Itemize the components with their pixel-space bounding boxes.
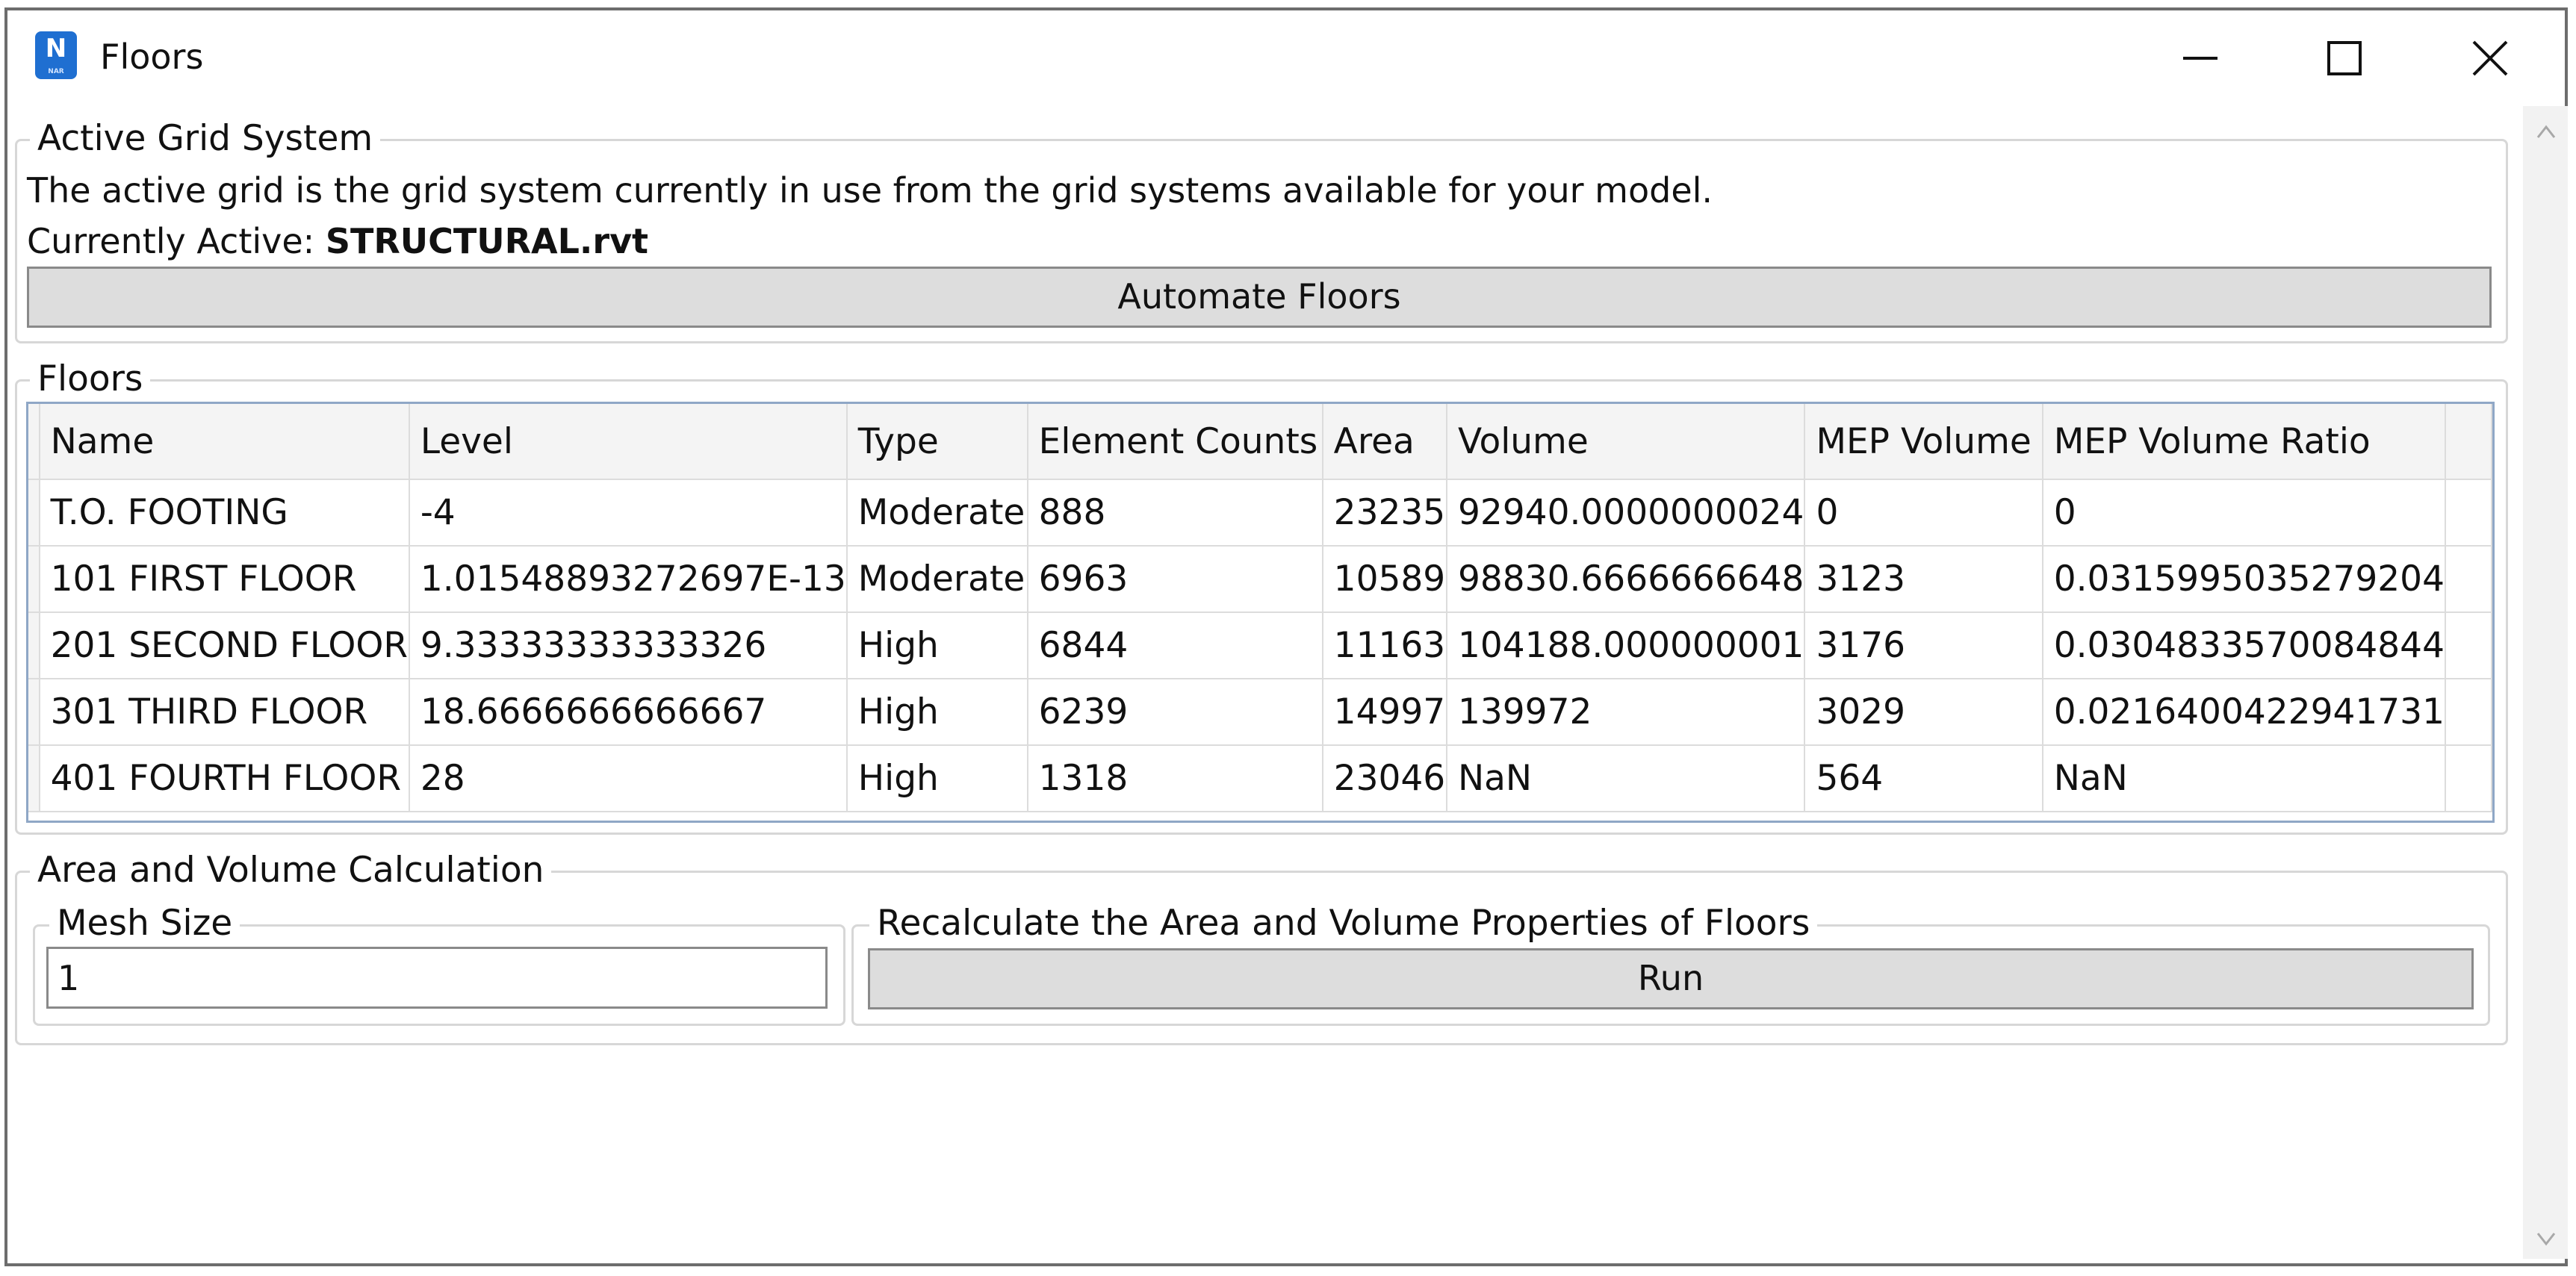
row-header[interactable] bbox=[28, 612, 40, 679]
row-header[interactable] bbox=[28, 546, 40, 613]
app-logo-icon: N NAR bbox=[35, 31, 77, 79]
currently-active-value: STRUCTURAL.rvt bbox=[325, 221, 649, 261]
cell-volume[interactable]: 92940.0000000024 bbox=[1446, 479, 1806, 547]
scroll-up-arrow-icon[interactable] bbox=[2536, 124, 2556, 139]
cell-mep-volume[interactable]: 564 bbox=[1804, 745, 2043, 812]
cell-type[interactable]: High bbox=[846, 679, 1028, 746]
cell-filler bbox=[2445, 546, 2492, 613]
cell-area[interactable]: 11163 bbox=[1322, 612, 1447, 679]
cell-mep-volume-ratio[interactable]: NaN bbox=[2042, 745, 2447, 812]
close-button[interactable] bbox=[2445, 22, 2535, 94]
row-header-corner bbox=[28, 404, 40, 480]
column-header-volume[interactable]: Volume bbox=[1446, 404, 1806, 480]
row-header[interactable] bbox=[28, 679, 40, 746]
cell-element-counts[interactable]: 888 bbox=[1027, 479, 1323, 547]
column-header-area[interactable]: Area bbox=[1322, 404, 1447, 480]
table-row[interactable]: 301 THIRD FLOOR 18.6666666666667 High 62… bbox=[28, 679, 2492, 746]
scroll-down-arrow-icon[interactable] bbox=[2536, 1232, 2556, 1247]
cell-level[interactable]: 1.01548893272697E-13 bbox=[409, 546, 848, 613]
floors-table: Name Level Type Element Counts Area Volu… bbox=[26, 402, 2495, 823]
area-volume-group-label: Area and Volume Calculation bbox=[30, 850, 552, 891]
cell-type[interactable]: Moderate bbox=[846, 546, 1028, 613]
column-header-level[interactable]: Level bbox=[409, 404, 848, 480]
cell-type[interactable]: High bbox=[846, 612, 1028, 679]
cell-mep-volume-ratio[interactable]: 0.0304833570084844 bbox=[2042, 612, 2447, 679]
cell-element-counts[interactable]: 6963 bbox=[1027, 546, 1323, 613]
floors-group-label: Floors bbox=[30, 358, 151, 400]
cell-area[interactable]: 23046 bbox=[1322, 745, 1447, 812]
recalculate-label: Recalculate the Area and Volume Properti… bbox=[869, 903, 1818, 944]
cell-mep-volume[interactable]: 3029 bbox=[1804, 679, 2043, 746]
cell-level[interactable]: 18.6666666666667 bbox=[409, 679, 848, 746]
table-row[interactable]: T.O. FOOTING -4 Moderate 888 23235 92940… bbox=[28, 479, 2492, 547]
column-header-mep-volume-ratio[interactable]: MEP Volume Ratio bbox=[2042, 404, 2447, 480]
column-header-name[interactable]: Name bbox=[39, 404, 410, 480]
cell-type[interactable]: Moderate bbox=[846, 479, 1028, 547]
cell-volume[interactable]: NaN bbox=[1446, 745, 1806, 812]
cell-element-counts[interactable]: 6239 bbox=[1027, 679, 1323, 746]
cell-element-counts[interactable]: 1318 bbox=[1027, 745, 1323, 812]
maximize-button[interactable] bbox=[2300, 22, 2389, 94]
currently-active-line: Currently Active: STRUCTURAL.rvt bbox=[27, 218, 648, 264]
active-grid-group-label: Active Grid System bbox=[30, 118, 381, 160]
cell-volume[interactable]: 104188.000000001 bbox=[1446, 612, 1806, 679]
table-row[interactable]: 401 FOURTH FLOOR 28 High 1318 23046 NaN … bbox=[28, 745, 2492, 812]
mesh-size-input[interactable] bbox=[46, 947, 828, 1009]
cell-name[interactable]: 101 FIRST FLOOR bbox=[39, 546, 410, 613]
row-header[interactable] bbox=[28, 479, 40, 547]
currently-active-label: Currently Active: bbox=[27, 221, 326, 261]
automate-floors-button[interactable]: Automate Floors bbox=[27, 267, 2492, 328]
cell-name[interactable]: 301 THIRD FLOOR bbox=[39, 679, 410, 746]
run-button[interactable]: Run bbox=[868, 948, 2474, 1009]
cell-type[interactable]: High bbox=[846, 745, 1028, 812]
maximize-icon bbox=[2327, 41, 2362, 75]
cell-area[interactable]: 14997 bbox=[1322, 679, 1447, 746]
cell-filler bbox=[2445, 612, 2492, 679]
cell-level[interactable]: -4 bbox=[409, 479, 848, 547]
active-grid-description: The active grid is the grid system curre… bbox=[27, 170, 1713, 211]
table-header-row: Name Level Type Element Counts Area Volu… bbox=[28, 404, 2492, 480]
cell-volume[interactable]: 139972 bbox=[1446, 679, 1806, 746]
window-title: Floors bbox=[100, 37, 204, 77]
vertical-scrollbar[interactable] bbox=[2523, 106, 2568, 1259]
cell-level[interactable]: 9.33333333333326 bbox=[409, 612, 848, 679]
cell-mep-volume[interactable]: 3123 bbox=[1804, 546, 2043, 613]
cell-area[interactable]: 10589 bbox=[1322, 546, 1447, 613]
cell-mep-volume-ratio[interactable]: 0.0315995035279204 bbox=[2042, 546, 2447, 613]
cell-mep-volume[interactable]: 0 bbox=[1804, 479, 2043, 547]
floors-data-grid: Name Level Type Element Counts Area Volu… bbox=[28, 404, 2492, 812]
cell-filler bbox=[2445, 479, 2492, 547]
cell-filler bbox=[2445, 745, 2492, 812]
cell-mep-volume-ratio[interactable]: 0.0216400422941731 bbox=[2042, 679, 2447, 746]
cell-name[interactable]: 401 FOURTH FLOOR bbox=[39, 745, 410, 812]
minimize-icon bbox=[2183, 57, 2217, 60]
table-row[interactable]: 101 FIRST FLOOR 1.01548893272697E-13 Mod… bbox=[28, 546, 2492, 613]
cell-area[interactable]: 23235 bbox=[1322, 479, 1447, 547]
row-header[interactable] bbox=[28, 745, 40, 812]
cell-mep-volume-ratio[interactable]: 0 bbox=[2042, 479, 2447, 547]
table-row[interactable]: 201 SECOND FLOOR 9.33333333333326 High 6… bbox=[28, 612, 2492, 679]
cell-name[interactable]: T.O. FOOTING bbox=[39, 479, 410, 547]
cell-volume[interactable]: 98830.6666666648 bbox=[1446, 546, 1806, 613]
column-header-mep-volume[interactable]: MEP Volume bbox=[1804, 404, 2043, 480]
column-header-element-counts[interactable]: Element Counts bbox=[1027, 404, 1323, 480]
column-header-filler bbox=[2445, 404, 2492, 480]
cell-filler bbox=[2445, 679, 2492, 746]
cell-mep-volume[interactable]: 3176 bbox=[1804, 612, 2043, 679]
cell-level[interactable]: 28 bbox=[409, 745, 848, 812]
minimize-button[interactable] bbox=[2156, 22, 2245, 94]
mesh-size-label: Mesh Size bbox=[49, 903, 240, 944]
cell-name[interactable]: 201 SECOND FLOOR bbox=[39, 612, 410, 679]
cell-element-counts[interactable]: 6844 bbox=[1027, 612, 1323, 679]
close-icon bbox=[2472, 40, 2508, 76]
column-header-type[interactable]: Type bbox=[846, 404, 1028, 480]
